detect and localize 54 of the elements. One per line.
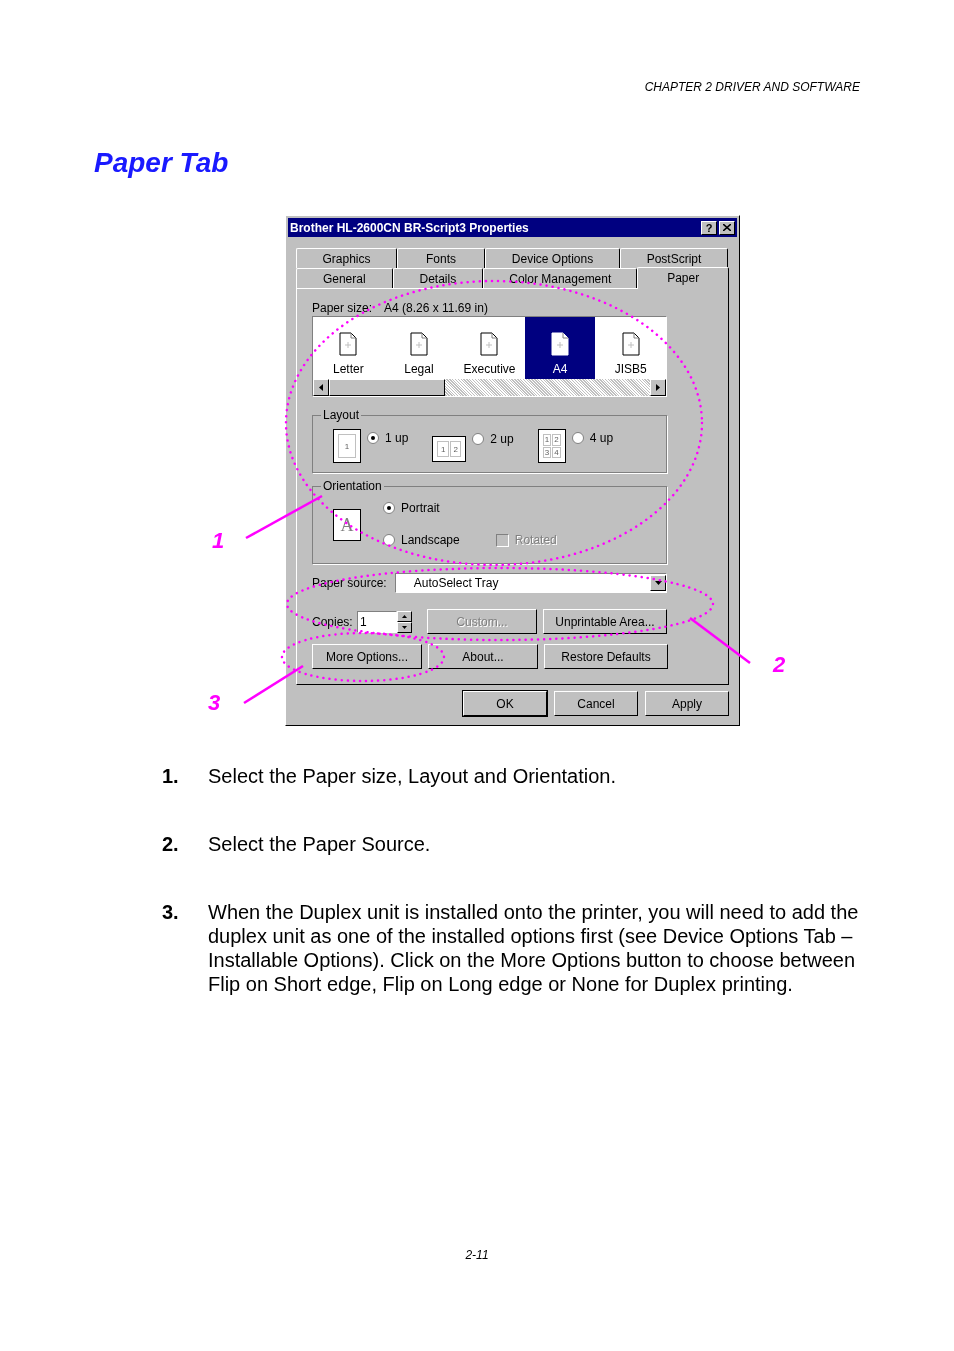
page-number: 2-11 (465, 1247, 489, 1264)
tab[interactable]: Paper (637, 267, 729, 289)
step-text: Select the Paper Source. (208, 832, 431, 856)
group-label: Layout (321, 407, 362, 423)
copies-field[interactable]: 1 (357, 610, 398, 633)
page-number: 4 (552, 446, 561, 458)
window-title: Brother HL-2600CN BR-Script3 Properties (290, 219, 529, 237)
dialog-button[interactable]: Cancel (554, 691, 638, 716)
tab[interactable]: Details (392, 268, 484, 288)
dialog-button[interactable]: Restore Defaults (544, 644, 668, 669)
dialog-button[interactable]: Unprintable Area... (543, 609, 667, 634)
radio-label: 1 up (385, 430, 409, 447)
dialog-button[interactable]: About... (428, 644, 538, 669)
page-number: 2 (449, 441, 462, 457)
tab[interactable]: Graphics (296, 248, 397, 268)
dialog-button[interactable]: OK (463, 691, 547, 716)
help-button[interactable]: ? (701, 220, 717, 235)
step-number: 3. (162, 900, 180, 925)
dialog-button[interactable]: More Options... (312, 644, 422, 669)
paper-item[interactable]: Letter (313, 317, 384, 379)
page-number: 3 (542, 446, 552, 458)
page-number: 1 (437, 441, 449, 457)
page-number: 2 (552, 434, 561, 446)
section-title: Paper Tab (94, 147, 229, 178)
chapter-header: CHAPTER 2 DRIVER AND SOFTWARE (644, 79, 860, 96)
tab[interactable]: General (296, 268, 393, 288)
paper-item[interactable]: Legal (383, 317, 455, 379)
paper-item[interactable]: Executive (454, 317, 525, 379)
page-letter: A (340, 513, 354, 537)
copies-label: Copies: (312, 613, 354, 631)
page-number: 1 (542, 434, 552, 446)
paper-source-dropdown[interactable]: AutoSelect Tray (394, 573, 667, 593)
radio-label: 2 up (490, 431, 514, 448)
radio-label: 4 up (589, 430, 614, 447)
radio-label: Landscape (401, 532, 460, 549)
callout-number: 3 (208, 691, 221, 715)
checkbox-label: Rotated (514, 532, 557, 549)
dialog-button[interactable]: Apply (645, 691, 729, 716)
step-number: 2. (162, 832, 180, 856)
tab[interactable]: Device Options (485, 248, 620, 268)
radio-label: Portrait (401, 500, 440, 517)
page-number: 1 (338, 434, 356, 458)
callout-number: 1 (212, 529, 225, 553)
callout-number: 2 (773, 653, 786, 677)
tab[interactable]: PostScript (620, 248, 728, 268)
paper-size-label: Paper size: (312, 300, 373, 317)
paper-item[interactable]: JISB5 (595, 317, 666, 379)
tab[interactable]: Color Management (483, 268, 638, 288)
step-text: When the Duplex unit is installed onto the printer, you will need to add the duplex unit as one of the installed options first (see Device Options Tab – Installable Options). Click on the More Options button to choose between Flip on Short edge, Flip on Long edge or None for Duplex printing. (208, 900, 860, 996)
step-number: 1. (162, 764, 180, 788)
paper-size-value: A4 (8.26 x 11.69 in) (384, 300, 488, 317)
paper-item[interactable]: A4 (524, 317, 596, 379)
step-text: Select the Paper size, Layout and Orientation. (208, 764, 617, 788)
tab[interactable]: Fonts (397, 248, 485, 268)
